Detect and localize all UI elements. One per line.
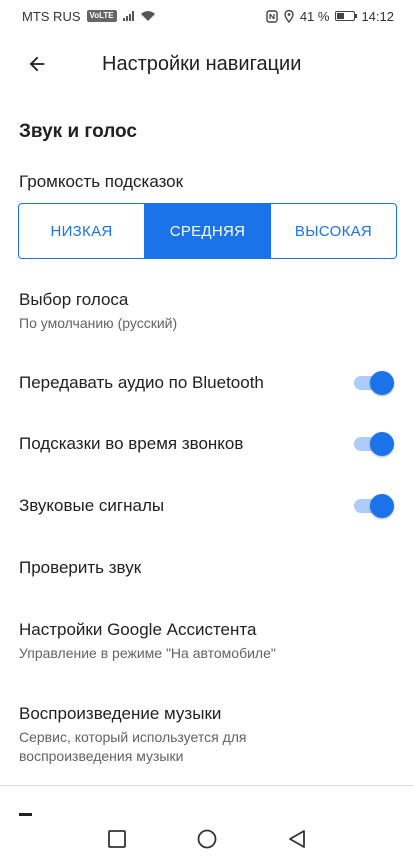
clock: 14:12 <box>361 8 394 24</box>
volume-option-low[interactable]: НИЗКАЯ <box>19 204 144 258</box>
status-left: MTS RUS VoLTE <box>22 9 156 24</box>
home-button[interactable] <box>195 827 219 851</box>
voice-selection-label: Выбор голоса <box>19 290 129 309</box>
recents-button[interactable] <box>105 827 129 851</box>
system-nav-bar <box>0 818 414 860</box>
divider <box>0 785 414 786</box>
square-recents-icon <box>108 830 126 848</box>
music-playback-label: Воспроизведение музыки <box>19 704 222 723</box>
volume-option-high[interactable]: ВЫСОКАЯ <box>270 204 396 258</box>
bluetooth-audio-toggle[interactable] <box>354 371 394 395</box>
call-prompts-row[interactable]: Подсказки во время звонков <box>0 431 414 457</box>
arrow-back-icon <box>29 56 45 72</box>
voice-selection-row[interactable]: Выбор голоса По умолчанию (русский) <box>0 289 414 333</box>
status-right: 41 % 14:12 <box>266 9 394 24</box>
next-section-indicator <box>19 813 32 816</box>
test-sound-row[interactable]: Проверить звук <box>0 557 414 579</box>
call-prompts-label: Подсказки во время звонков <box>19 434 244 453</box>
battery-percent: 41 % <box>299 8 330 24</box>
triangle-back-icon <box>289 830 305 848</box>
wifi-icon <box>140 11 155 21</box>
back-button[interactable] <box>0 36 72 92</box>
back-nav-button[interactable] <box>285 827 309 851</box>
location-icon <box>284 9 294 23</box>
assistant-settings-row[interactable]: Настройки Google Ассистента Управление в… <box>0 619 414 663</box>
sound-signals-label: Звуковые сигналы <box>19 496 165 515</box>
volume-option-medium[interactable]: СРЕДНЯЯ <box>144 204 270 258</box>
bluetooth-audio-label: Передавать аудио по Bluetooth <box>19 373 264 392</box>
test-sound-label: Проверить звук <box>19 558 142 577</box>
sound-signals-row[interactable]: Звуковые сигналы <box>0 493 414 519</box>
music-playback-row[interactable]: Воспроизведение музыки Сервис, который и… <box>0 703 414 766</box>
bluetooth-audio-row[interactable]: Передавать аудио по Bluetooth <box>0 370 414 396</box>
voice-selection-value: По умолчанию (русский) <box>19 315 178 331</box>
battery-icon <box>335 11 358 21</box>
volume-selector: НИЗКАЯ СРЕДНЯЯ ВЫСОКАЯ <box>18 203 397 259</box>
app-bar: Настройки навигации <box>0 36 414 92</box>
page-title: Настройки навигации <box>102 52 302 75</box>
status-bar: MTS RUS VoLTE 41 % 14:12 <box>0 0 414 32</box>
section-title: Звук и голос <box>19 121 137 142</box>
circle-home-icon <box>197 829 217 849</box>
volte-badge: VoLTE <box>86 10 117 22</box>
assistant-settings-sub: Управление в режиме "На автомобиле" <box>19 645 276 661</box>
assistant-settings-label: Настройки Google Ассистента <box>19 620 257 639</box>
call-prompts-toggle[interactable] <box>354 432 394 456</box>
signal-icon <box>122 11 134 21</box>
carrier-name: MTS RUS <box>22 8 81 24</box>
volume-label: Громкость подсказок <box>19 172 184 191</box>
sound-signals-toggle[interactable] <box>354 494 394 518</box>
music-playback-sub: Сервис, который используется для воспрои… <box>19 729 247 764</box>
nfc-icon <box>266 9 278 23</box>
